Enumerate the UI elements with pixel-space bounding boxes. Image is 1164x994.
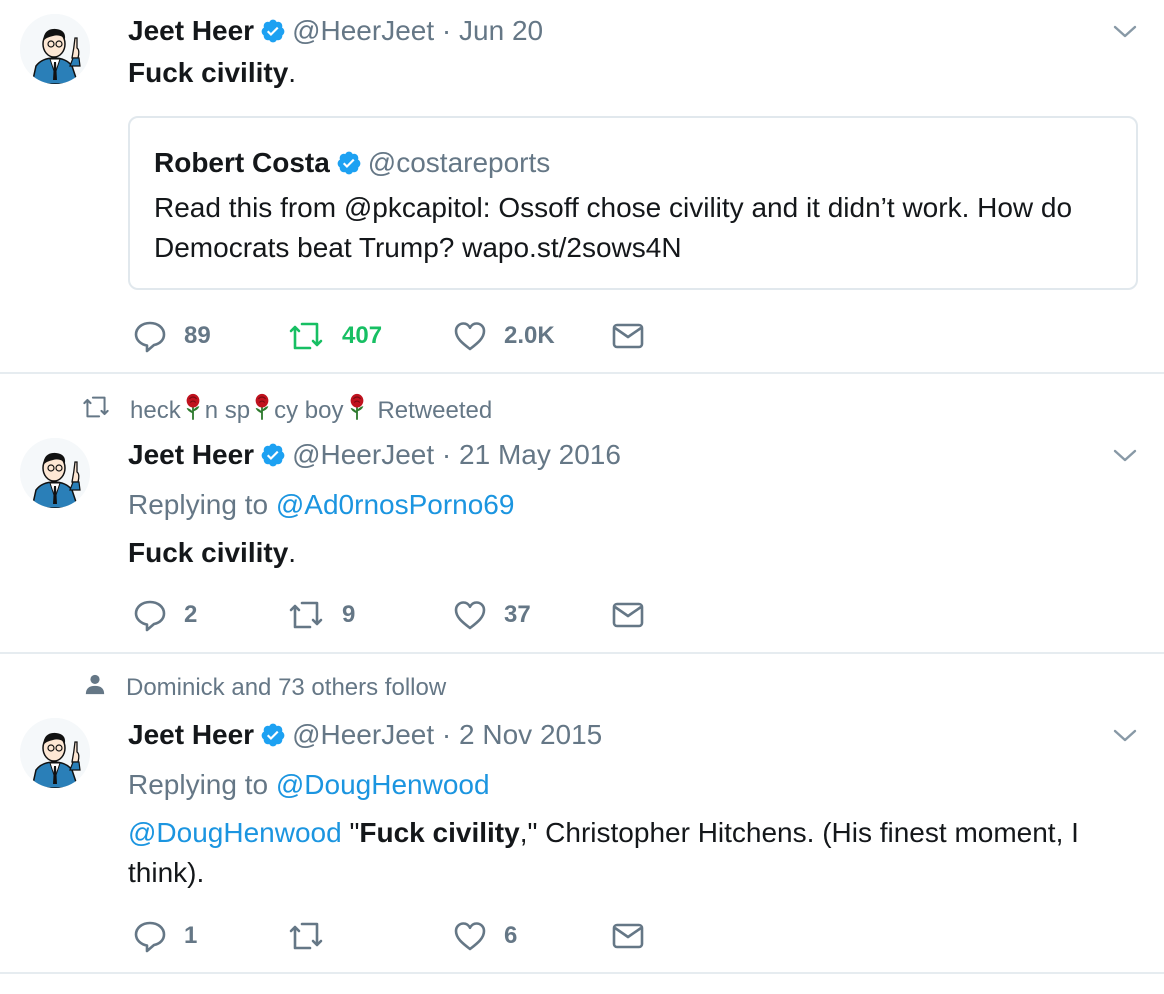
- tweet-text-bold: Fuck civility: [128, 57, 289, 88]
- tweet-text: Fuck civility.: [128, 533, 296, 573]
- retweet-button[interactable]: [286, 916, 326, 956]
- tweet-text: @DougHenwood "Fuck civility," Christophe…: [128, 813, 1108, 893]
- separator-dot: ·: [441, 439, 452, 470]
- mention-link[interactable]: @DougHenwood: [128, 817, 342, 848]
- tweet-actions: 89 407 2.0K: [132, 316, 692, 356]
- replying-to: Replying to @Ad0rnosPorno69: [128, 488, 514, 522]
- divider: [0, 972, 1164, 974]
- message-button[interactable]: [610, 316, 646, 356]
- tweet-header: Jeet Heer @HeerJeet · 2 Nov 2015: [128, 718, 602, 756]
- tweet-actions: 2 9 37: [132, 595, 692, 635]
- like-button[interactable]: 6: [452, 916, 517, 956]
- author-handle[interactable]: @HeerJeet: [292, 719, 434, 750]
- retweet-count: 9: [342, 601, 356, 628]
- reply-icon: [132, 597, 168, 633]
- verified-icon: [336, 150, 362, 184]
- avatar[interactable]: [20, 718, 90, 788]
- message-button[interactable]: [610, 916, 646, 956]
- retweet-context: heck n sp cy boy Retweeted: [80, 393, 492, 429]
- quoted-tweet-text: Read this from @pkcapitol: Ossoff chose …: [154, 192, 1073, 263]
- like-count: 6: [504, 922, 518, 949]
- reply-button[interactable]: 2: [132, 595, 197, 635]
- social-context: Dominick and 73 others follow: [84, 673, 446, 703]
- rose-icon: [347, 393, 367, 429]
- tweet-text-bold: Fuck civility: [128, 537, 289, 568]
- reply-icon: [132, 318, 168, 354]
- like-icon: [452, 318, 488, 354]
- author-name[interactable]: Jeet Heer: [128, 15, 254, 46]
- tweet-text-quote-open: ": [341, 817, 360, 848]
- verified-icon: [260, 722, 286, 756]
- quoted-author-handle: @costareports: [367, 147, 551, 178]
- author-handle[interactable]: @HeerJeet: [292, 15, 434, 46]
- message-icon: [610, 597, 646, 633]
- message-icon: [610, 318, 646, 354]
- rose-icon: [183, 393, 203, 429]
- tweet[interactable]: Jeet Heer @HeerJeet · Jun 20 Fuck civilit…: [0, 0, 1164, 372]
- author-name[interactable]: Jeet Heer: [128, 439, 254, 470]
- caret-down-icon[interactable]: [1110, 16, 1140, 46]
- tweet-text-rest: .: [288, 537, 297, 568]
- tweet[interactable]: Dominick and 73 others follow Jeet Heer @…: [0, 654, 1164, 972]
- tweet-date[interactable]: Jun 20: [459, 15, 543, 46]
- verified-icon: [260, 18, 286, 52]
- retweet-count: 407: [342, 322, 383, 349]
- verified-icon: [260, 442, 286, 476]
- retweeted-label: Retweeted: [377, 397, 493, 424]
- retweeter-name-part[interactable]: n sp: [205, 396, 250, 426]
- author-handle[interactable]: @HeerJeet: [292, 439, 434, 470]
- reply-icon: [132, 918, 168, 954]
- retweet-icon: [286, 918, 326, 954]
- separator-dot: ·: [441, 719, 452, 750]
- like-icon: [452, 918, 488, 954]
- retweet-icon: [80, 393, 112, 429]
- quoted-tweet-header: Robert Costa @costareports: [154, 146, 550, 184]
- like-count: 2.0K: [504, 322, 555, 349]
- tweet-header: Jeet Heer @HeerJeet · 21 May 2016: [128, 438, 621, 476]
- reply-count: 89: [184, 322, 211, 349]
- retweeter-name-part[interactable]: heck: [130, 396, 181, 426]
- like-button[interactable]: 37: [452, 595, 531, 635]
- caret-down-icon[interactable]: [1110, 720, 1140, 750]
- retweet-icon: [286, 318, 326, 354]
- rose-icon: [252, 393, 272, 429]
- reply-button[interactable]: 1: [132, 916, 197, 956]
- message-button[interactable]: [610, 595, 646, 635]
- tweet[interactable]: heck n sp cy boy Retweeted Jeet Heer @Hee…: [0, 374, 1164, 652]
- separator-dot: ·: [441, 15, 452, 46]
- like-icon: [452, 597, 488, 633]
- author-name[interactable]: Jeet Heer: [128, 719, 254, 750]
- reply-count: 2: [184, 601, 198, 628]
- tweet-header: Jeet Heer @HeerJeet · Jun 20: [128, 14, 543, 52]
- retweet-button[interactable]: 407: [286, 316, 382, 356]
- like-button[interactable]: 2.0K: [452, 316, 555, 356]
- tweet-actions: 1 6: [132, 916, 692, 956]
- quoted-tweet[interactable]: Robert Costa @costareports Read this from…: [128, 116, 1138, 290]
- social-context-text[interactable]: Dominick and 73 others follow: [126, 673, 446, 703]
- avatar[interactable]: [20, 438, 90, 508]
- tweet-date[interactable]: 21 May 2016: [459, 439, 621, 470]
- tweet-date[interactable]: 2 Nov 2015: [459, 719, 602, 750]
- retweet-icon: [286, 597, 326, 633]
- retweeter-name-part[interactable]: cy boy: [274, 396, 343, 426]
- avatar[interactable]: [20, 14, 90, 84]
- person-icon: [84, 673, 106, 703]
- reply-button[interactable]: 89: [132, 316, 211, 356]
- tweet-text-bold: Fuck civility: [359, 817, 520, 848]
- retweet-button[interactable]: 9: [286, 595, 355, 635]
- quoted-author-name: Robert Costa: [154, 147, 330, 178]
- like-count: 37: [504, 601, 531, 628]
- tweet-text: Fuck civility.: [128, 53, 296, 93]
- tweet-text-rest: .: [288, 57, 297, 88]
- replying-to-link[interactable]: @DougHenwood: [276, 769, 490, 800]
- replying-to: Replying to @DougHenwood: [128, 768, 490, 802]
- replying-to-label: Replying to: [128, 489, 269, 520]
- replying-to-label: Replying to: [128, 769, 269, 800]
- message-icon: [610, 918, 646, 954]
- reply-count: 1: [184, 922, 198, 949]
- replying-to-link[interactable]: @Ad0rnosPorno69: [276, 489, 515, 520]
- caret-down-icon[interactable]: [1110, 440, 1140, 470]
